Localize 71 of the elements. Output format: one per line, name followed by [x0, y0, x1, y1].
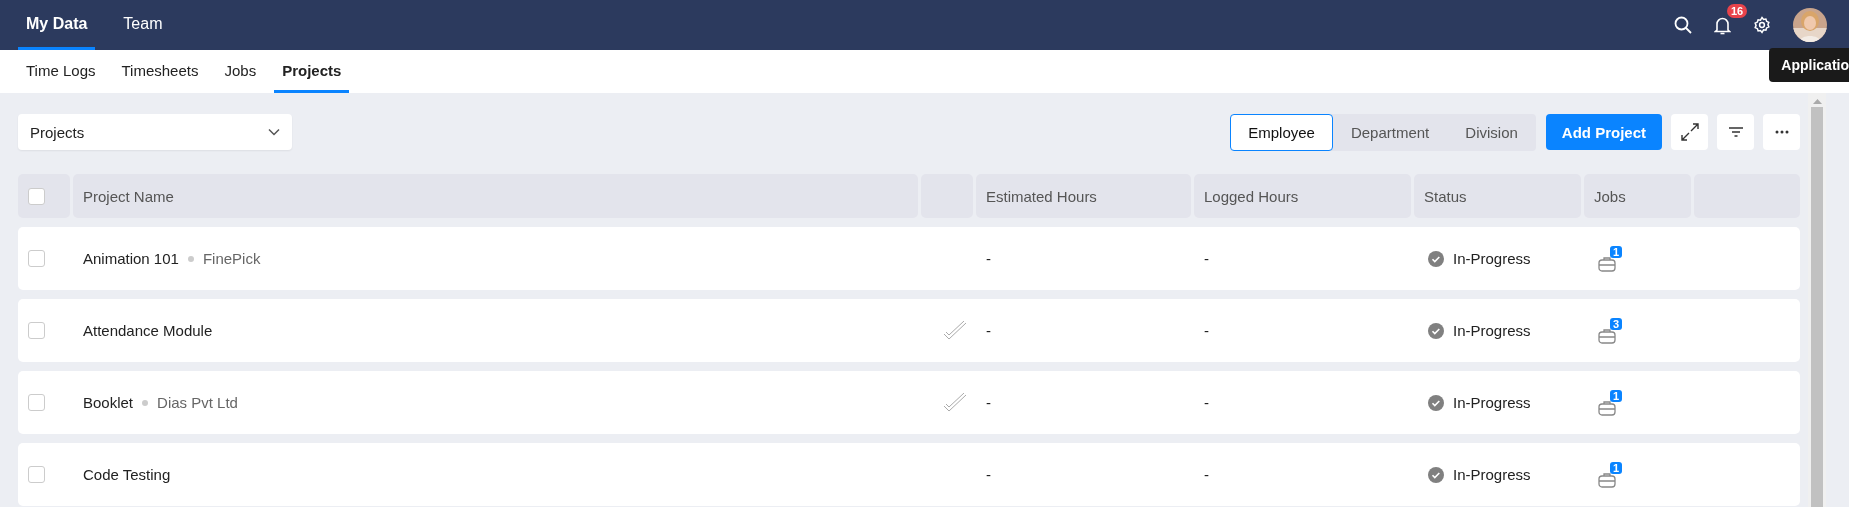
toggle-option[interactable]: Employee: [1230, 113, 1333, 151]
table-cell: -: [1204, 394, 1209, 411]
table-row[interactable]: Attendance Module - - In-Progress 3: [18, 299, 1800, 362]
briefcase-icon: [1598, 254, 1616, 272]
jobs-count-badge: 1: [1610, 461, 1623, 474]
jobs-count-badge: 1: [1610, 245, 1623, 258]
separator-dot: [142, 399, 149, 406]
row-checkbox[interactable]: [28, 322, 45, 339]
add-project-button[interactable]: Add Project: [1545, 114, 1662, 150]
briefcase-icon: [1598, 470, 1616, 488]
project-name[interactable]: Animation 101: [83, 250, 179, 267]
sub-nav-tab[interactable]: Projects: [274, 50, 350, 93]
notification-badge: 16: [1727, 3, 1748, 18]
sub-nav-tab[interactable]: Time Logs: [18, 50, 104, 93]
view-dropdown[interactable]: Projects: [18, 114, 292, 150]
scroll-up-arrow-icon[interactable]: [1812, 98, 1822, 104]
filter-icon[interactable]: [1717, 114, 1754, 150]
separator-dot: [187, 255, 194, 262]
table-cell: -: [1204, 466, 1209, 483]
status-text: In-Progress: [1453, 250, 1531, 267]
toggle-option[interactable]: Department: [1332, 113, 1448, 151]
table-row[interactable]: Code Testing - - In-Progress 1: [18, 443, 1800, 506]
scrollbar[interactable]: [1808, 93, 1826, 507]
table-cell: -: [986, 322, 991, 339]
table-row[interactable]: Animation 101 FinePick - - In-Progress 1: [18, 227, 1800, 290]
sub-nav-tab[interactable]: Jobs: [216, 50, 265, 93]
client-name: FinePick: [202, 250, 261, 267]
row-checkbox[interactable]: [28, 250, 45, 267]
search-icon[interactable]: [1674, 16, 1692, 34]
expand-icon[interactable]: [1671, 114, 1708, 150]
check-circle-icon: [1428, 250, 1444, 267]
project-name[interactable]: Code Testing: [83, 466, 171, 483]
column-header[interactable]: Status: [1414, 174, 1581, 218]
check-circle-icon: [1428, 322, 1444, 339]
more-icon[interactable]: [1763, 114, 1800, 150]
column-header[interactable]: Jobs: [1584, 174, 1691, 218]
briefcase-icon: [1598, 326, 1616, 344]
tooltip: Applicatio: [1769, 48, 1849, 82]
table-row[interactable]: Booklet Dias Pvt Ltd - - In-Progress 1: [18, 371, 1800, 434]
client-name: Dias Pvt Ltd: [157, 394, 238, 411]
column-header[interactable]: Project Name: [73, 174, 918, 218]
column-header[interactable]: Logged Hours: [1194, 174, 1411, 218]
jobs-link[interactable]: 3: [1598, 317, 1624, 344]
status-text: In-Progress: [1453, 322, 1531, 339]
project-name[interactable]: Attendance Module: [83, 322, 213, 339]
jobs-count-badge: 3: [1610, 317, 1623, 330]
settings-icon[interactable]: [1753, 16, 1771, 34]
chevron-down-icon: [268, 128, 280, 136]
status-text: In-Progress: [1453, 394, 1531, 411]
column-header[interactable]: Estimated Hours: [976, 174, 1191, 218]
table-cell: -: [1204, 322, 1209, 339]
jobs-link[interactable]: 1: [1598, 461, 1624, 488]
status-text: In-Progress: [1453, 466, 1531, 483]
toggle-option[interactable]: Division: [1447, 113, 1536, 151]
bell-icon[interactable]: [1714, 15, 1731, 35]
jobs-link[interactable]: 1: [1598, 245, 1624, 272]
table-cell: -: [1204, 250, 1209, 267]
table-cell: -: [986, 394, 991, 411]
table-cell: -: [986, 466, 991, 483]
sub-nav-tab[interactable]: Timesheets: [113, 50, 207, 93]
project-name[interactable]: Booklet: [83, 394, 134, 411]
select-all-checkbox[interactable]: [28, 187, 45, 205]
jobs-link[interactable]: 1: [1598, 389, 1624, 416]
table-cell: -: [986, 250, 991, 267]
check-circle-icon: [1428, 394, 1444, 411]
check-circle-icon: [1428, 466, 1444, 483]
briefcase-icon: [1598, 398, 1616, 416]
jobs-count-badge: 1: [1610, 389, 1623, 402]
row-checkbox[interactable]: [28, 394, 45, 411]
row-checkbox[interactable]: [28, 466, 45, 483]
nav-tab[interactable]: Team: [115, 0, 171, 50]
